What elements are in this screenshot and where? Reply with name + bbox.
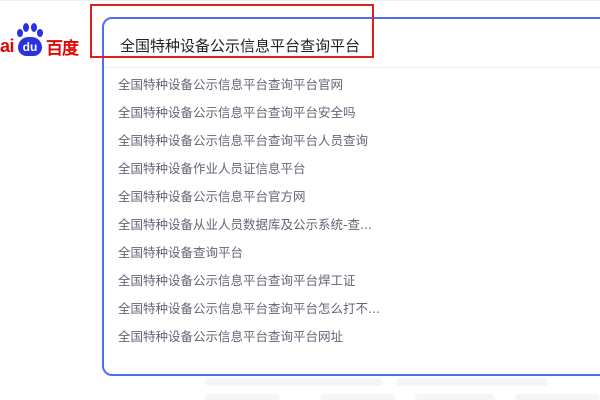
background-placeholder (415, 394, 495, 400)
suggestion-item[interactable]: 全国特种设备公示信息平台查询平台人员查询 (104, 127, 600, 155)
suggestion-item[interactable]: 全国特种设备公示信息平台查询平台怎么打不... (104, 295, 600, 323)
search-dropdown: 全国特种设备公示信息平台查询平台 全国特种设备公示信息平台查询平台官网 全国特种… (102, 17, 600, 376)
page: ai du 百度 全国特种设备公示信息平台查询平台 全国特种设备公示信息平台查询… (0, 0, 600, 400)
suggestion-item[interactable]: 全国特种设备公示信息平台查询平台官网 (104, 71, 600, 99)
suggestion-item[interactable]: 全国特种设备从业人员数据库及公示系统-查... (104, 211, 600, 239)
logo-text-du: du (18, 37, 43, 56)
background-placeholder (396, 378, 548, 386)
paw-icon: du (15, 23, 45, 57)
suggestion-item[interactable]: 全国特种设备公示信息平台官方网 (104, 183, 600, 211)
suggestion-item[interactable]: 全国特种设备查询平台 (104, 239, 600, 267)
suggestion-list: 全国特种设备公示信息平台查询平台官网 全国特种设备公示信息平台查询平台安全吗 全… (104, 71, 600, 351)
background-placeholder (320, 394, 395, 400)
logo-text-ai: ai (0, 35, 15, 56)
suggestion-item[interactable]: 全国特种设备公示信息平台查询平台焊工证 (104, 267, 600, 295)
background-placeholder (205, 394, 280, 400)
search-input[interactable]: 全国特种设备公示信息平台查询平台 (120, 35, 360, 56)
logo-text-cn: 百度 (46, 38, 79, 59)
suggestion-item[interactable]: 全国特种设备作业人员证信息平台 (104, 155, 600, 183)
top-divider (0, 0, 600, 1)
background-placeholder (205, 378, 383, 386)
suggestion-item[interactable]: 全国特种设备公示信息平台查询平台安全吗 (104, 99, 600, 127)
background-placeholder (515, 394, 600, 400)
suggestion-item[interactable]: 全国特种设备公示信息平台查询平台网址 (104, 323, 600, 351)
search-divider (104, 67, 600, 68)
baidu-logo[interactable]: ai du 百度 (0, 22, 79, 59)
